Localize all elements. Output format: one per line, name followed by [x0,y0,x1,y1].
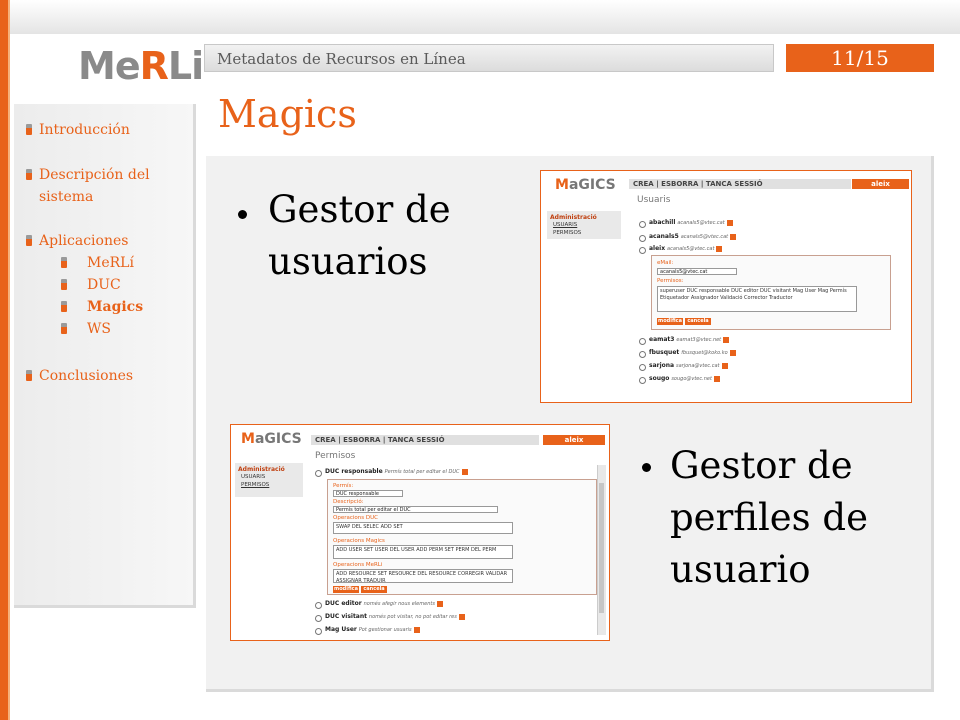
bullet-profiles-line1: Gestor de [670,444,853,487]
delete-icon[interactable] [721,362,728,369]
section-title: Usuaris [637,195,671,205]
radio[interactable] [315,628,322,635]
permission-name-field[interactable]: DUC responsable [333,490,403,497]
user-row: fbusquet fbusquet@koko.ko [649,349,736,356]
user-row: aleix acanals5@vtec.cat [649,245,723,252]
radio[interactable] [639,235,646,242]
menu-permisos[interactable]: PERMISOS [241,482,269,488]
delete-icon[interactable] [730,233,737,240]
menu-users[interactable]: USUARIS [241,474,265,480]
user-row: sarjona sarjona@vtec.cat [649,362,728,369]
delete-icon[interactable] [716,245,723,252]
role-row: DUC responsable Permís total per editar … [325,468,468,475]
user-row: eamat3 eamat3@vtec.net [649,336,730,343]
bullet-icon [26,124,32,135]
permissions-checkboxes[interactable]: superuser DUC responsable DUC editor DUC… [657,286,857,312]
scrollbar-thumb[interactable] [599,483,604,613]
radio[interactable] [639,338,646,345]
merli-logo: MeRLi [78,44,204,88]
delete-icon[interactable] [458,613,465,620]
delete-icon[interactable] [726,219,733,226]
cancel-button[interactable]: cancela [685,318,711,325]
sidebar-item-ws[interactable]: WS [87,320,111,339]
page-number: 11/15 [786,44,934,72]
description-field[interactable]: Permís total per editar el DUC [333,506,498,513]
merli-operations[interactable]: ADD RESOURCE SET RESOURCE DEL RESOURCE C… [333,569,513,584]
delete-icon[interactable] [723,336,730,343]
role-row: Mag User Pot gestionar usuaris [325,626,420,633]
modify-button[interactable]: modifica [657,318,683,325]
radio[interactable] [315,615,322,622]
role-row: DUC visitant només pot visitar, no pot e… [325,613,465,620]
bullet-icon [61,279,67,290]
modify-button[interactable]: modifica [333,586,359,593]
sidebar-item-descripcion[interactable]: Descripción del [39,166,150,185]
bullet-dot [238,210,247,219]
bullet-icon [26,370,32,381]
magics-logo: MaGICS [555,177,616,193]
sidebar-item-duc[interactable]: DUC [87,276,121,295]
radio[interactable] [639,221,646,228]
magics-logo: MaGICS [241,431,302,447]
bullet-profiles-line2: perfiles de [670,496,869,539]
sidebar-item-aplicaciones[interactable]: Aplicaciones [39,232,128,251]
menu-users[interactable]: USUARIS [553,222,577,228]
sidebar-item-introduccion[interactable]: Introducción [39,121,130,140]
page-title: Magics [218,92,357,136]
admin-menu: Administració USUARIS PERMISOS [547,211,621,239]
radio[interactable] [639,351,646,358]
bullet-profiles-line3: usuario [670,548,811,591]
bullet-icon [61,323,67,334]
radio[interactable] [315,470,322,477]
screenshot-users: MaGICS CREA | ESBORRA | TANCA SESSIÓ ale… [540,170,912,403]
magics-operations[interactable]: ADD USER SET USER DEL USER ADD PERM SET … [333,545,513,559]
role-edit-panel: Permís: DUC responsable Descripció: Perm… [327,479,597,595]
radio[interactable] [639,377,646,384]
delete-icon[interactable] [729,349,736,356]
sidebar-item-conclusiones[interactable]: Conclusiones [39,367,133,386]
bullet-dot [642,463,651,472]
radio[interactable] [639,364,646,371]
delete-icon[interactable] [713,375,720,382]
menu-permisos[interactable]: PERMISOS [553,230,581,236]
delete-icon[interactable] [413,626,420,633]
sidebar-item-descripcion-cont[interactable]: sistema [39,188,93,207]
duc-operations[interactable]: SWAP DEL SELEC ADD SET [333,522,513,534]
banner-bar: Metadatos de Recursos en Línea [204,44,774,72]
user-badge[interactable]: aleix [852,179,909,189]
user-badge[interactable]: aleix [543,435,605,445]
left-accent-bar-light [8,0,10,720]
section-title: Permisos [315,451,356,461]
admin-menu: Administració USUARIS PERMISOS [235,463,303,497]
bullet-icon [61,257,67,268]
role-row: DUC editor només afegir nous elements [325,600,443,607]
email-field[interactable]: acanals5@vtec.cat [657,268,737,275]
top-band [0,0,960,34]
sidebar-item-magics[interactable]: Magics [87,298,143,317]
delete-icon[interactable] [461,468,468,475]
radio[interactable] [315,602,322,609]
bullet-users-line1: Gestor de [268,188,451,231]
bullet-icon [26,235,32,246]
scrollbar[interactable] [597,465,606,635]
user-edit-panel: eMail: acanals5@vtec.cat Permisos: super… [651,255,891,330]
top-menu[interactable]: CREA | ESBORRA | TANCA SESSIÓ [311,435,539,445]
bullet-icon [26,169,32,180]
user-row: acanals5 acanals5@vtec.cat [649,233,737,240]
delete-icon[interactable] [436,600,443,607]
bullet-icon [61,301,67,312]
sidebar-item-merli[interactable]: MeRLí [87,254,134,273]
bullet-users-line2: usuarios [268,240,428,283]
left-accent-bar [0,0,8,720]
user-row: abachill acanals5@vtec.cat [649,219,733,226]
user-row: sougo sougo@vtec.net [649,375,720,382]
screenshot-permissions: MaGICS CREA | ESBORRA | TANCA SESSIÓ ale… [230,424,610,641]
top-menu[interactable]: CREA | ESBORRA | TANCA SESSIÓ [629,179,851,189]
radio[interactable] [639,247,646,254]
cancel-button[interactable]: cancela [361,586,387,593]
banner-title: Metadatos de Recursos en Línea [217,50,466,68]
